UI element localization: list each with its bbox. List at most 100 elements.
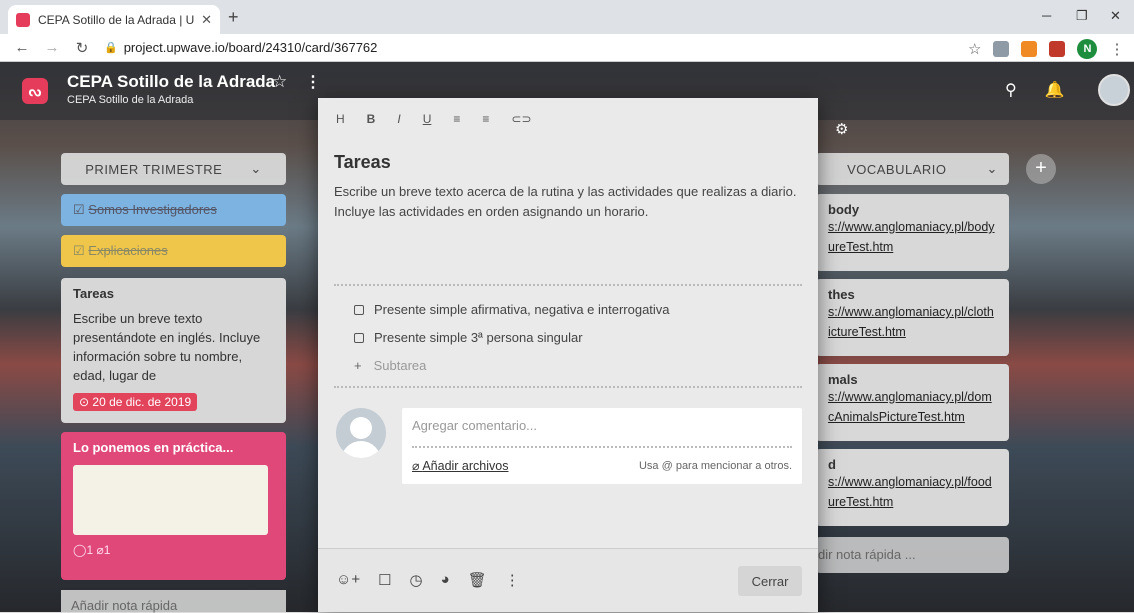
profile-avatar[interactable]: N [1077,39,1098,59]
attachment-icon: ⌀ [96,543,104,557]
card-title: Somos Investigadores [88,202,217,217]
quick-note-input[interactable]: dir nota rápida ... [816,537,1009,573]
checkbox-action-icon[interactable]: ☐ [378,571,391,589]
divider [334,284,802,286]
upwave-logo-icon[interactable]: ᔓ [22,78,48,104]
new-tab-icon[interactable]: + [228,7,239,28]
numbered-list-icon[interactable]: ≡ [482,112,489,126]
plus-icon: + [354,358,362,373]
maximize-icon[interactable]: ❐ [1076,8,1088,24]
column-header-vocabulario[interactable]: VOCABULARIO ⌄ [816,153,1009,185]
assign-user-icon[interactable]: ☺+ [336,571,360,589]
add-column-button[interactable]: + [1026,154,1056,184]
chevron-down-icon[interactable]: ⌄ [987,161,998,177]
card-somos-investigadores[interactable]: ☑ Somos Investigadores [61,194,286,226]
comment-box: Agregar comentario... ⌀ Añadir archivos … [402,408,802,484]
user-avatar[interactable] [1098,74,1130,106]
clock-icon[interactable]: ◷ [410,571,423,589]
due-date-text: 20 de dic. de 2019 [92,395,192,409]
mention-hint: Usa @ para mencionar a otros. [638,460,792,472]
checked-icon: ☑ [73,243,85,258]
board-title: CEPA Sotillo de la Adrada [67,72,276,91]
bold-button[interactable]: B [367,112,376,126]
extension-icon[interactable] [1021,41,1038,57]
star-bookmark-icon[interactable]: ☆ [968,40,981,58]
subtask-item[interactable]: Presente simple afirmativa, negativa e i… [354,302,670,317]
attach-files-link[interactable]: ⌀ Añadir archivos [412,458,508,473]
underline-button[interactable]: U [423,112,432,126]
card-link[interactable]: s://www.anglomaniacy.pl/food [828,472,997,492]
minimize-icon[interactable]: ─ [1042,8,1051,23]
card-title: thes [828,287,855,302]
card-link[interactable]: s://www.anglomaniacy.pl/dom [828,387,997,407]
card-food-vocab[interactable]: d s://www.anglomaniacy.pl/food ureTest.h… [816,449,1009,526]
star-board-icon[interactable]: ☆ [272,72,287,92]
commenter-avatar [336,408,386,458]
comment-input[interactable]: Agregar comentario... [412,418,537,433]
close-button[interactable]: Cerrar [738,566,802,596]
upwave-favicon-icon [16,12,30,27]
modal-footer: ☺+ ☐ ◷ ◕ 🗑 ⋮ Cerrar [318,548,818,612]
card-title: Tareas [73,286,114,301]
text-format-toolbar: H B I U ≡ ≡ ⊂⊃ [318,98,818,140]
avatar-body-icon [341,441,381,458]
url-field[interactable]: 🔒 project.upwave.io/board/24310/card/367… [104,40,377,55]
close-window-icon[interactable]: ✕ [1110,8,1121,24]
comment-count: 1 [86,543,94,557]
card-explicaciones[interactable]: ☑ Explicaciones [61,235,286,267]
column-title: PRIMER TRIMESTRE [85,161,223,177]
quick-note-input[interactable]: Añadir nota rápida [61,590,286,613]
notification-bell-icon[interactable]: 🔔 [1045,80,1065,100]
card-description[interactable]: Escribe un breve texto acerca de la ruti… [334,182,809,222]
trash-icon[interactable]: 🗑 [468,571,487,589]
card-link[interactable]: s://www.anglomaniacy.pl/body [828,217,997,237]
gear-icon[interactable]: ⚙ [835,120,848,138]
chrome-menu-icon[interactable]: ⋮ [1109,40,1124,58]
card-link[interactable]: ureTest.htm [828,237,997,257]
card-clothes-vocab[interactable]: thes s://www.anglomaniacy.pl/cloth ictur… [816,279,1009,356]
card-title: Explicaciones [88,243,168,258]
comment-icon: ◯ [73,543,87,557]
pdf-extension-icon[interactable] [1049,41,1066,57]
divider [412,446,792,448]
heading-button[interactable]: H [336,112,345,126]
paperclip-icon: ⌀ [412,459,420,473]
card-link[interactable]: s://www.anglomaniacy.pl/cloth [828,302,997,322]
card-link[interactable]: cAnimalsPictureTest.htm [828,407,997,427]
reload-icon[interactable]: ↻ [74,39,90,57]
card-animals-vocab[interactable]: mals s://www.anglomaniacy.pl/dom cAnimal… [816,364,1009,441]
more-options-icon[interactable]: ⋮ [505,571,520,589]
card-body-vocab[interactable]: body s://www.anglomaniacy.pl/body ureTes… [816,194,1009,271]
link-icon[interactable]: ⊂⊃ [511,112,531,126]
card-link[interactable]: ureTest.htm [828,492,997,512]
italic-button[interactable]: I [397,112,400,126]
search-icon[interactable]: ⚲ [1005,80,1017,100]
bullet-list-icon[interactable]: ≡ [453,112,460,126]
browser-tab[interactable]: CEPA Sotillo de la Adrada | Upwa ✕ [8,5,220,34]
add-subtask-button[interactable]: + Subtarea [354,358,426,373]
subtask-label: Presente simple afirmativa, negativa e i… [374,302,670,317]
board-menu-icon[interactable]: ⋮ [305,72,321,92]
extension-icon[interactable] [993,41,1010,57]
card-link[interactable]: ictureTest.htm [828,322,997,342]
card-title: d [828,457,836,472]
card-detail-modal: H B I U ≡ ≡ ⊂⊃ Tareas Escribe un breve t… [318,98,818,612]
column-header-primer-trimestre[interactable]: PRIMER TRIMESTRE ⌄ [61,153,286,185]
close-tab-icon[interactable]: ✕ [201,12,212,28]
palette-icon[interactable]: ◕ [441,571,450,589]
card-lo-ponemos[interactable]: Lo ponemos en práctica... ◯1 ⌀1 [61,432,286,580]
checkbox-icon[interactable] [354,332,364,343]
card-title[interactable]: Tareas [334,152,391,173]
chevron-down-icon[interactable]: ⌄ [250,161,261,177]
address-bar-row: ← → ↻ 🔒 project.upwave.io/board/24310/ca… [0,34,1134,62]
card-title: body [828,202,860,217]
subtask-item[interactable]: Presente simple 3ª persona singular [354,330,583,345]
forward-icon[interactable]: → [44,39,60,56]
due-date-badge: ⊙ 20 de dic. de 2019 [73,393,198,411]
back-icon[interactable]: ← [14,39,30,56]
column-title: VOCABULARIO [847,161,947,177]
url-text: project.upwave.io/board/24310/card/36776… [123,40,378,55]
attach-label: Añadir archivos [422,459,509,473]
card-tareas[interactable]: Tareas Escribe un breve texto presentánd… [61,278,286,423]
checkbox-icon[interactable] [354,304,364,315]
